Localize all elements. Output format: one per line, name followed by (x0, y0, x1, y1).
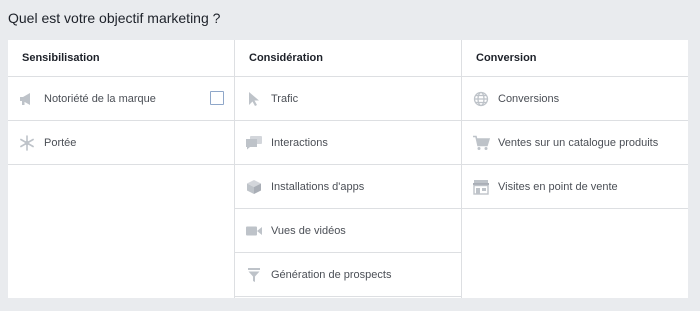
objective-label: Ventes sur un catalogue produits (498, 136, 659, 149)
objective-label: Notoriété de la marque (44, 92, 156, 105)
page-title: Quel est votre objectif marketing ? (8, 10, 221, 26)
column-conversion: Conversion Conversions Ventes sur un cat… (462, 40, 688, 298)
cursor-icon (245, 90, 263, 108)
megaphone-icon (18, 90, 36, 108)
column-consideration: Considération Trafic Interactions Instal… (235, 40, 462, 298)
snowflake-icon (18, 134, 36, 152)
objective-traffic[interactable]: Trafic (235, 77, 461, 121)
objective-panel: Sensibilisation Notoriété de la marque P… (8, 40, 688, 298)
cube-icon (245, 178, 263, 196)
funnel-icon (245, 266, 263, 284)
objective-conversions[interactable]: Conversions (462, 77, 688, 121)
objective-label: Conversions (498, 92, 560, 105)
objective-lead-generation[interactable]: Génération de prospects (235, 253, 461, 297)
objective-reach[interactable]: Portée (8, 121, 234, 165)
objective-store-visits[interactable]: Visites en point de vente (462, 165, 688, 209)
column-header: Conversion (462, 40, 688, 77)
column-sensibilisation: Sensibilisation Notoriété de la marque P… (8, 40, 235, 298)
objective-engagement[interactable]: Interactions (235, 121, 461, 165)
objective-label: Vues de vidéos (271, 224, 346, 237)
objective-label: Trafic (271, 92, 299, 105)
objective-label: Visites en point de vente (498, 180, 618, 193)
column-header: Sensibilisation (8, 40, 234, 77)
globe-icon (472, 90, 490, 108)
objective-app-installs[interactable]: Installations d'apps (235, 165, 461, 209)
objective-brand-awareness[interactable]: Notoriété de la marque (8, 77, 234, 121)
objective-checkbox[interactable] (210, 91, 224, 105)
chat-bubbles-icon (245, 134, 263, 152)
objective-label: Interactions (271, 136, 328, 149)
objective-label: Portée (44, 136, 77, 149)
objective-catalog-sales[interactable]: Ventes sur un catalogue produits (462, 121, 688, 165)
objective-label: Installations d'apps (271, 180, 365, 193)
objective-label: Génération de prospects (271, 268, 392, 281)
shopping-cart-icon (472, 134, 490, 152)
storefront-icon (472, 178, 490, 196)
video-camera-icon (245, 222, 263, 240)
column-header: Considération (235, 40, 461, 77)
objective-video-views[interactable]: Vues de vidéos (235, 209, 461, 253)
